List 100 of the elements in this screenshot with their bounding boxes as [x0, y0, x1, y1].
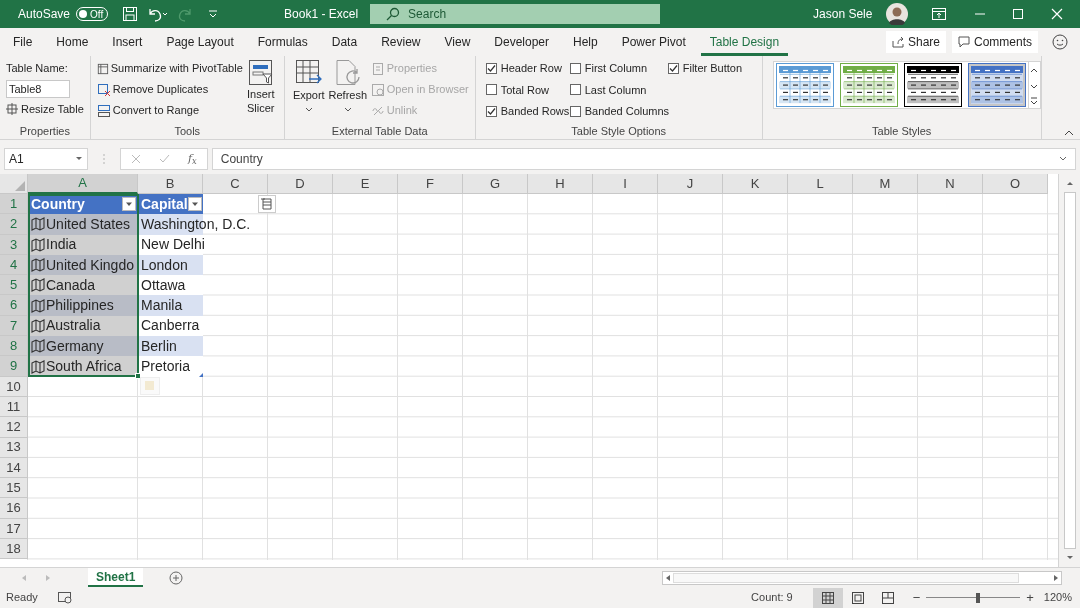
checkbox-label[interactable]: First Column: [584, 60, 648, 77]
table-cell[interactable]: South Africa: [28, 356, 138, 377]
map-icon[interactable]: [31, 278, 45, 293]
checkbox-label[interactable]: Banded Columns: [584, 102, 670, 120]
row-header[interactable]: 14: [0, 457, 28, 479]
table-cell[interactable]: New Delhi: [141, 234, 205, 256]
row-header[interactable]: 12: [0, 417, 28, 438]
ribbon-tab[interactable]: Review: [372, 28, 430, 56]
map-icon[interactable]: [31, 298, 45, 313]
tool-button[interactable]: Remove Duplicates: [96, 80, 243, 99]
ribbon-tab[interactable]: Insert: [103, 28, 152, 56]
column-header[interactable]: M: [853, 174, 918, 194]
column-header[interactable]: O: [983, 174, 1048, 194]
column-header[interactable]: L: [788, 174, 853, 194]
table-cell[interactable]: Berlin: [141, 335, 177, 357]
row-header[interactable]: 11: [0, 396, 28, 418]
row-header[interactable]: 16: [0, 498, 28, 519]
save-icon[interactable]: [122, 6, 139, 22]
column-header[interactable]: J: [658, 174, 723, 194]
row-header[interactable]: 17: [0, 518, 28, 540]
zoom-thumb[interactable]: [975, 592, 980, 603]
ribbon-tab[interactable]: Developer: [485, 28, 558, 56]
zoom-in-button[interactable]: +: [1026, 587, 1034, 608]
column-header[interactable]: N: [918, 174, 983, 194]
close-icon[interactable]: [1051, 8, 1064, 20]
table-style-swatch[interactable]: [967, 63, 1026, 107]
column-header[interactable]: G: [463, 174, 528, 194]
search-field[interactable]: Search: [370, 4, 661, 24]
horizontal-scrollbar[interactable]: [662, 570, 1062, 585]
sheet-tab[interactable]: Sheet1: [88, 568, 144, 587]
table-cell[interactable]: Ottawa: [141, 274, 186, 296]
accessibility-icon[interactable]: [57, 591, 72, 604]
column-header[interactable]: E: [333, 174, 398, 194]
ribbon-tab[interactable]: View: [435, 28, 480, 56]
undo-icon[interactable]: [146, 6, 169, 22]
map-icon[interactable]: [31, 318, 45, 333]
ribbon-tab[interactable]: Help: [564, 28, 607, 56]
column-header[interactable]: A: [28, 174, 138, 194]
table-name-field[interactable]: Table8: [6, 79, 70, 98]
table-cell[interactable]: Manila: [141, 295, 183, 317]
filter-dropdown-icon[interactable]: [122, 197, 136, 212]
row-header[interactable]: 13: [0, 437, 28, 458]
zoom-out-button[interactable]: −: [912, 587, 921, 608]
insert-slicer-button[interactable]: Insert Slicer: [243, 59, 278, 123]
checkbox[interactable]: [569, 105, 581, 117]
checkbox[interactable]: [485, 63, 497, 74]
checkbox[interactable]: [569, 84, 581, 96]
refresh-button[interactable]: Refresh: [328, 59, 367, 123]
tool-button[interactable]: Convert to Range: [96, 101, 243, 120]
checkbox[interactable]: [485, 105, 497, 117]
column-header[interactable]: F: [398, 174, 463, 194]
table-cell[interactable]: Washington, D.C.: [141, 213, 251, 235]
map-icon[interactable]: [31, 339, 45, 354]
table-header-cell[interactable]: Capital: [138, 194, 203, 215]
table-cell[interactable]: London: [141, 254, 188, 276]
table-cell[interactable]: Pretoria: [141, 356, 191, 378]
checkbox-label[interactable]: Filter Button: [682, 60, 743, 77]
normal-view-button[interactable]: [812, 587, 843, 608]
checkbox-label[interactable]: Total Row: [500, 81, 549, 99]
table-style-swatch[interactable]: [775, 63, 834, 107]
table-style-swatch[interactable]: [839, 63, 898, 107]
row-header[interactable]: 1: [0, 194, 28, 215]
row-header[interactable]: 3: [0, 234, 28, 255]
checkbox[interactable]: [485, 84, 497, 96]
checkbox-label[interactable]: Last Column: [584, 81, 647, 99]
checkbox[interactable]: [569, 63, 581, 74]
ribbon-tab[interactable]: File: [4, 28, 42, 56]
column-header[interactable]: I: [593, 174, 658, 194]
resize-table-button[interactable]: Resize Table: [6, 100, 84, 117]
ribbon-display-icon[interactable]: [932, 8, 947, 20]
column-header[interactable]: K: [723, 174, 788, 194]
formula-field[interactable]: Country: [211, 148, 1076, 170]
share-button[interactable]: Share: [885, 31, 946, 53]
checkbox-label[interactable]: Header Row: [500, 60, 562, 77]
vertical-scrollbar[interactable]: [1058, 174, 1080, 567]
quick-analysis-icon[interactable]: [258, 195, 276, 213]
ribbon-tab[interactable]: Power Pivot: [612, 28, 695, 56]
column-header[interactable]: B: [138, 174, 203, 194]
column-header[interactable]: C: [203, 174, 268, 194]
column-header[interactable]: H: [528, 174, 593, 194]
table-cell[interactable]: Canada: [28, 275, 138, 296]
map-icon[interactable]: [31, 359, 45, 374]
map-icon[interactable]: [31, 258, 45, 273]
export-button[interactable]: Export: [290, 59, 327, 123]
row-header[interactable]: 2: [0, 214, 28, 235]
filter-dropdown-icon[interactable]: [187, 197, 202, 212]
smiley-icon[interactable]: [1052, 34, 1068, 50]
ribbon-tab[interactable]: Home: [47, 28, 98, 56]
maximize-icon[interactable]: [1012, 8, 1025, 20]
row-header[interactable]: 18: [0, 539, 28, 560]
map-icon[interactable]: [31, 237, 45, 252]
ribbon-tab[interactable]: Data: [322, 28, 367, 56]
row-header[interactable]: 5: [0, 275, 28, 296]
zoom-slider[interactable]: [926, 591, 1021, 604]
ribbon-tab[interactable]: Page Layout: [157, 28, 243, 56]
name-box[interactable]: A1: [4, 148, 88, 170]
table-cell[interactable]: Germany: [28, 336, 138, 357]
table-cell[interactable]: Canberra: [141, 315, 200, 337]
resize-handle-icon[interactable]: [199, 373, 203, 377]
insert-function-button[interactable]: f$_{x}$: [188, 150, 197, 168]
